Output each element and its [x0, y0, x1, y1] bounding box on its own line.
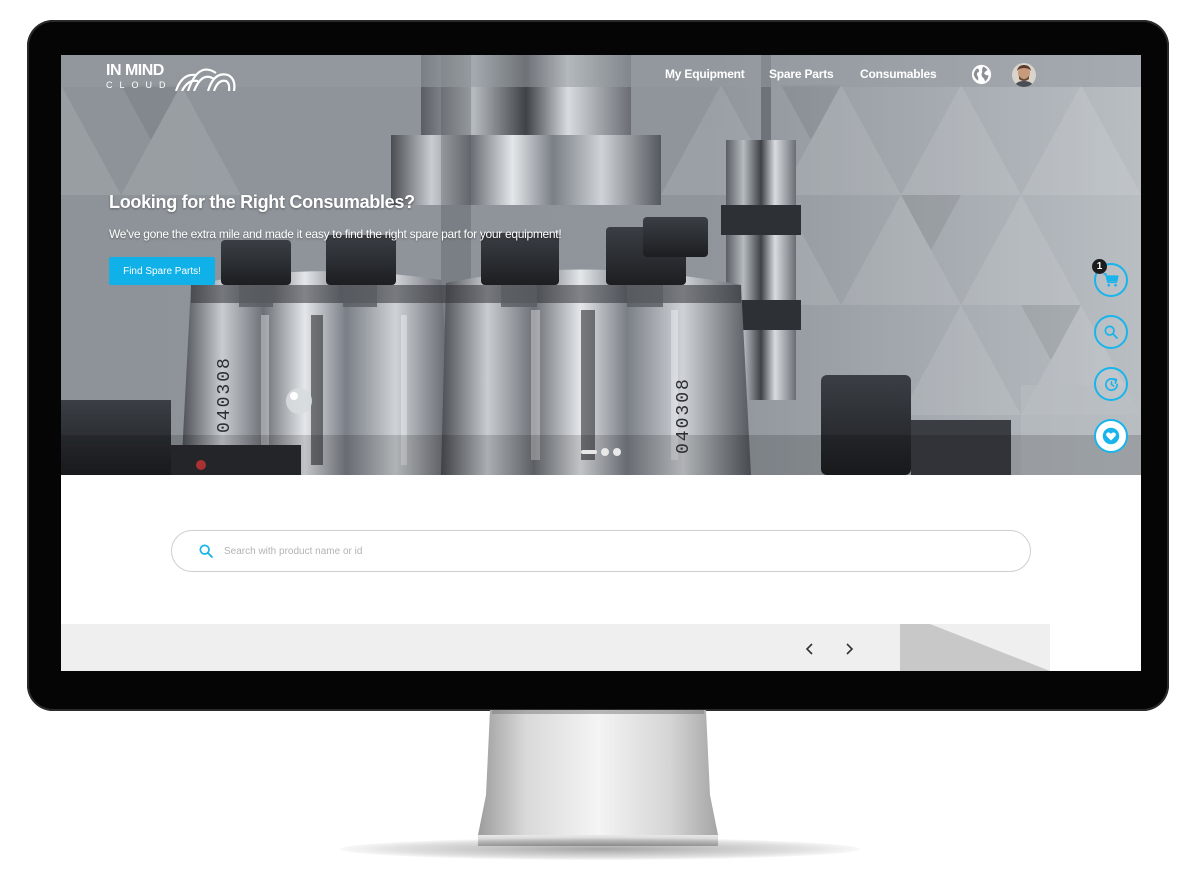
- find-spare-parts-button[interactable]: Find Spare Parts!: [109, 257, 215, 285]
- brand-line1: IN MIND: [106, 62, 164, 79]
- avatar-image: [1012, 63, 1036, 87]
- strip-decoration: [900, 624, 1141, 671]
- history-icon: [1104, 377, 1118, 391]
- part-marking-left: 040308: [215, 356, 235, 433]
- hero-banner: 040308 040308 IN MIND CLOUD My Equipment: [61, 55, 1141, 475]
- cart-button[interactable]: 1: [1092, 259, 1128, 297]
- nav-spare-parts[interactable]: Spare Parts: [769, 67, 834, 81]
- svg-text:040308: 040308: [215, 356, 235, 433]
- part-marking-right: 040308: [674, 377, 694, 454]
- stand-shadow: [340, 838, 860, 860]
- hero-subtitle: We've gone the extra mile and made it ea…: [109, 227, 562, 241]
- search-input[interactable]: [224, 545, 984, 557]
- nav-my-equipment[interactable]: My Equipment: [665, 67, 745, 81]
- screen: 040308 040308 IN MIND CLOUD My Equipment: [61, 55, 1141, 671]
- carousel-indicators: [581, 448, 621, 456]
- carousel-next-button[interactable]: [843, 643, 855, 655]
- slide-indicator-2[interactable]: [601, 448, 609, 456]
- product-search-bar[interactable]: [171, 530, 1031, 572]
- search-icon: [1104, 325, 1118, 339]
- carousel-prev-button[interactable]: [804, 643, 816, 655]
- globe-icon[interactable]: [971, 64, 992, 85]
- cloud-logo-icon: [174, 68, 236, 91]
- cart-icon: [1103, 273, 1119, 287]
- hero-title: Looking for the Right Consumables?: [109, 192, 415, 212]
- nav-consumables[interactable]: Consumables: [860, 67, 937, 81]
- search-icon: [199, 544, 213, 558]
- brand-line2: CLOUD: [106, 80, 173, 90]
- svg-text:040308: 040308: [674, 377, 694, 454]
- cart-count-badge: 1: [1092, 259, 1107, 274]
- user-avatar[interactable]: [1012, 63, 1036, 87]
- brand-logo[interactable]: IN MIND CLOUD: [106, 62, 236, 91]
- slide-indicator-1[interactable]: [581, 450, 597, 454]
- heart-icon: [1102, 427, 1120, 445]
- search-shortcut-button[interactable]: [1094, 315, 1128, 349]
- slide-indicator-3[interactable]: [613, 448, 621, 456]
- history-button[interactable]: [1094, 367, 1128, 401]
- monitor-stand: [478, 710, 718, 846]
- favorites-button[interactable]: [1094, 419, 1128, 453]
